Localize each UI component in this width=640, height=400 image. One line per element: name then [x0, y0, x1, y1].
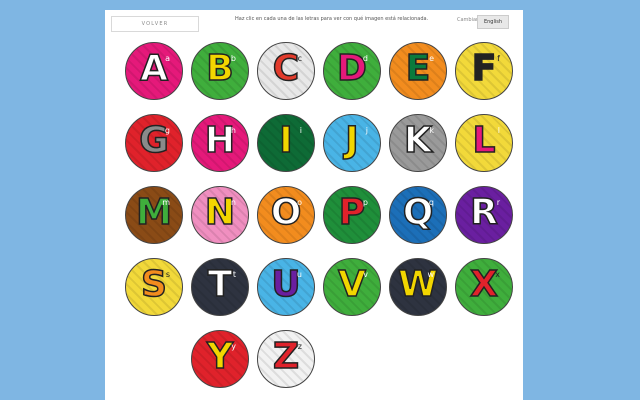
- lowercase-letter: u: [296, 270, 302, 279]
- letter-circle-y[interactable]: Yy: [191, 330, 249, 388]
- lowercase-letter: x: [495, 270, 500, 279]
- letter-circle-d[interactable]: Dd: [323, 42, 381, 100]
- uppercase-letter: D: [336, 48, 367, 90]
- lowercase-letter: g: [164, 126, 170, 135]
- letters-grid: AaBbCcDdEeFfGgHhIiJjKkLlMmNnOoPpQqRrSsTt…: [105, 10, 523, 400]
- letter-circle-h[interactable]: Hh: [191, 114, 249, 172]
- uppercase-letter: E: [405, 48, 431, 90]
- letter-circle-z[interactable]: Zz: [257, 330, 315, 388]
- uppercase-letter: P: [338, 192, 366, 234]
- letter-circle-k[interactable]: Kk: [389, 114, 447, 172]
- lowercase-letter: c: [297, 54, 302, 63]
- lowercase-letter: a: [165, 54, 170, 63]
- uppercase-letter: U: [271, 264, 302, 306]
- lowercase-letter: f: [497, 54, 500, 63]
- lowercase-letter: p: [362, 198, 368, 207]
- app-panel: VOLVER Haz clic en cada una de las letra…: [105, 10, 523, 400]
- uppercase-letter: B: [206, 48, 235, 90]
- letter-circle-b[interactable]: Bb: [191, 42, 249, 100]
- letter-circle-o[interactable]: Oo: [257, 186, 315, 244]
- letter-circle-t[interactable]: Tt: [191, 258, 249, 316]
- letter-circle-n[interactable]: Nn: [191, 186, 249, 244]
- uppercase-letter: K: [403, 120, 432, 162]
- uppercase-letter: G: [138, 120, 169, 162]
- uppercase-letter: S: [140, 264, 167, 306]
- lowercase-letter: s: [165, 270, 170, 279]
- lowercase-letter: d: [362, 54, 368, 63]
- uppercase-letter: I: [279, 120, 294, 162]
- letter-circle-i[interactable]: Ii: [257, 114, 315, 172]
- lowercase-letter: b: [230, 54, 236, 63]
- uppercase-letter: V: [337, 264, 366, 306]
- letter-circle-s[interactable]: Ss: [125, 258, 183, 316]
- lowercase-letter: l: [497, 126, 500, 135]
- letter-circle-w[interactable]: Ww: [389, 258, 447, 316]
- uppercase-letter: J: [345, 120, 360, 162]
- lowercase-letter: k: [429, 126, 434, 135]
- lowercase-letter: r: [496, 198, 500, 207]
- letter-circle-q[interactable]: Qq: [389, 186, 447, 244]
- uppercase-letter: X: [469, 264, 498, 306]
- letter-circle-a[interactable]: Aa: [125, 42, 183, 100]
- uppercase-letter: H: [204, 120, 236, 162]
- lowercase-letter: q: [428, 198, 434, 207]
- letter-circle-g[interactable]: Gg: [125, 114, 183, 172]
- letter-circle-c[interactable]: Cc: [257, 42, 315, 100]
- uppercase-letter: Q: [402, 192, 434, 234]
- uppercase-letter: N: [204, 192, 236, 234]
- uppercase-letter: F: [471, 48, 497, 90]
- letter-circle-u[interactable]: Uu: [257, 258, 315, 316]
- letter-circle-m[interactable]: Mm: [125, 186, 183, 244]
- uppercase-letter: M: [135, 192, 172, 234]
- lowercase-letter: i: [299, 126, 302, 135]
- uppercase-letter: L: [472, 120, 496, 162]
- uppercase-letter: Y: [206, 336, 234, 378]
- letter-circle-v[interactable]: Vv: [323, 258, 381, 316]
- uppercase-letter: R: [469, 192, 498, 234]
- uppercase-letter: T: [207, 264, 233, 306]
- lowercase-letter: j: [365, 126, 368, 135]
- letter-circle-l[interactable]: Ll: [455, 114, 513, 172]
- uppercase-letter: A: [139, 48, 168, 90]
- lowercase-letter: n: [230, 198, 236, 207]
- lowercase-letter: y: [231, 342, 236, 351]
- letter-circle-j[interactable]: Jj: [323, 114, 381, 172]
- uppercase-letter: O: [270, 192, 302, 234]
- uppercase-letter: W: [397, 264, 438, 306]
- letter-circle-x[interactable]: Xx: [455, 258, 513, 316]
- letter-circle-e[interactable]: Ee: [389, 42, 447, 100]
- letter-circle-p[interactable]: Pp: [323, 186, 381, 244]
- lowercase-letter: m: [162, 198, 170, 207]
- lowercase-letter: w: [427, 270, 434, 279]
- lowercase-letter: t: [232, 270, 236, 279]
- lowercase-letter: h: [230, 126, 236, 135]
- lowercase-letter: z: [297, 342, 302, 351]
- uppercase-letter: Z: [272, 336, 300, 378]
- uppercase-letter: C: [272, 48, 300, 90]
- lowercase-letter: v: [363, 270, 368, 279]
- letter-circle-f[interactable]: Ff: [455, 42, 513, 100]
- letter-circle-r[interactable]: Rr: [455, 186, 513, 244]
- lowercase-letter: o: [297, 198, 302, 207]
- lowercase-letter: e: [429, 54, 434, 63]
